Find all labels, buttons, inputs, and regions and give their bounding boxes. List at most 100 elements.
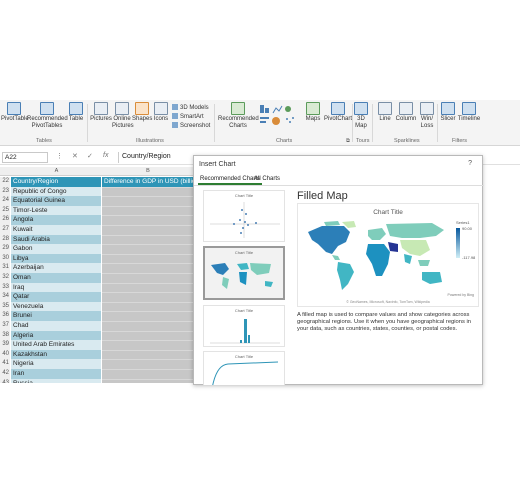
shapes-button[interactable]: Shapes — [132, 102, 152, 123]
recommended-pivottables-button[interactable]: Recommended PivotTables — [27, 102, 68, 130]
country-cell[interactable]: Timor-Leste — [11, 205, 101, 216]
chart-thumbnail-column[interactable]: Chart Title — [203, 305, 285, 347]
icons-button[interactable]: Icons — [152, 102, 170, 123]
chart-thumbnail-line[interactable]: Chart Title — [203, 351, 285, 385]
cancel-icon[interactable]: ✕ — [72, 152, 78, 160]
gdp-cell[interactable] — [102, 196, 194, 206]
chart-type-gallery[interactable] — [258, 103, 298, 136]
table-button[interactable]: Table — [67, 102, 85, 123]
country-cell[interactable]: Gabon — [11, 244, 101, 254]
row-number[interactable]: 34 — [0, 292, 10, 302]
row-number[interactable]: 29 — [0, 244, 10, 254]
country-cell[interactable]: Iraq — [11, 282, 101, 293]
column-header-b[interactable]: B — [102, 167, 194, 176]
gdp-cell[interactable] — [102, 311, 194, 321]
country-cell[interactable]: Russia — [11, 378, 101, 383]
country-cell[interactable]: Chad — [11, 321, 101, 331]
gdp-cell[interactable] — [102, 263, 194, 273]
row-number[interactable]: 39 — [0, 340, 10, 350]
maps-button[interactable]: Maps — [303, 102, 323, 123]
gdp-cell[interactable] — [102, 253, 194, 264]
gdp-cell[interactable] — [102, 292, 194, 302]
country-cell[interactable]: Equatorial Guinea — [11, 196, 101, 206]
header-cell-gdp-difference[interactable]: Difference in GDP in USD (billions) — [102, 177, 194, 187]
row-number[interactable]: 42 — [0, 369, 10, 379]
row-number[interactable]: 38 — [0, 330, 10, 341]
gdp-cell[interactable] — [102, 369, 194, 379]
row-number[interactable]: 37 — [0, 321, 10, 331]
sparkline-column-button[interactable]: Column — [395, 102, 417, 123]
country-cell[interactable]: Angola — [11, 215, 101, 225]
country-cell[interactable]: Nigeria — [11, 359, 101, 369]
row-number[interactable]: 31 — [0, 263, 10, 273]
gdp-cell[interactable] — [102, 225, 194, 235]
header-cell-country[interactable]: Country/Region — [11, 177, 101, 187]
row-number[interactable]: 30 — [0, 253, 10, 264]
country-cell[interactable]: United Arab Emirates — [11, 340, 101, 350]
row-number[interactable]: 32 — [0, 273, 10, 283]
enter-icon[interactable]: ✓ — [87, 152, 93, 160]
smartart-button[interactable]: SmartArt — [172, 113, 204, 120]
gdp-cell[interactable] — [102, 340, 194, 350]
chart-thumbnail-scatter[interactable]: Chart Title — [203, 190, 285, 242]
gdp-cell[interactable] — [102, 301, 194, 312]
country-cell[interactable]: Brunei — [11, 311, 101, 321]
gdp-cell[interactable] — [102, 205, 194, 216]
timeline-button[interactable]: Timeline — [457, 102, 481, 123]
online-pictures-button[interactable]: Online Pictures — [112, 102, 134, 130]
country-cell[interactable]: Qatar — [11, 292, 101, 302]
row-number[interactable]: 40 — [0, 349, 10, 360]
country-cell[interactable]: Republic of Congo — [11, 186, 101, 197]
gdp-cell[interactable] — [102, 273, 194, 283]
gdp-cell[interactable] — [102, 186, 194, 197]
country-cell[interactable]: Oman — [11, 273, 101, 283]
country-cell[interactable]: Saudi Arabia — [11, 234, 101, 245]
3d-map-button[interactable]: 3D Map — [354, 102, 368, 130]
row-number[interactable]: 26 — [0, 215, 10, 225]
sparkline-line-button[interactable]: Line — [376, 102, 394, 123]
country-cell[interactable]: Kazakhstan — [11, 349, 101, 360]
tab-all-charts[interactable]: All Charts — [252, 175, 282, 183]
row-number[interactable]: 27 — [0, 225, 10, 235]
sparkline-winloss-button[interactable]: Win/ Loss — [418, 102, 436, 130]
3d-models-button[interactable]: 3D Models — [172, 104, 209, 111]
country-cell[interactable]: Venezuela — [11, 301, 101, 312]
row-number[interactable]: 28 — [0, 234, 10, 245]
slicer-button[interactable]: Slicer — [439, 102, 457, 123]
gdp-cell[interactable] — [102, 321, 194, 331]
insert-function-icon[interactable]: fx — [103, 152, 108, 159]
help-button[interactable]: ? — [468, 160, 472, 167]
country-cell[interactable]: Kuwait — [11, 225, 101, 235]
gdp-cell[interactable] — [102, 282, 194, 293]
row-number[interactable]: 36 — [0, 311, 10, 321]
gdp-cell[interactable] — [102, 234, 194, 245]
country-cell[interactable]: Algeria — [11, 330, 101, 341]
country-cell[interactable]: Libya — [11, 253, 101, 264]
gdp-cell[interactable] — [102, 215, 194, 225]
gdp-cell[interactable] — [102, 359, 194, 369]
select-all-corner[interactable] — [0, 167, 11, 176]
screenshot-button[interactable]: Screenshot — [172, 122, 210, 129]
pivottable-button[interactable]: PivotTable — [1, 102, 29, 123]
row-number[interactable]: 24 — [0, 196, 10, 206]
name-box[interactable]: A22 — [2, 152, 48, 163]
country-cell[interactable]: Iran — [11, 369, 101, 379]
row-number[interactable]: 33 — [0, 282, 10, 293]
row-number[interactable]: 22 — [0, 177, 10, 187]
column-header-a[interactable]: A — [11, 167, 102, 176]
row-number[interactable]: 41 — [0, 359, 10, 369]
recommended-charts-button[interactable]: Recommended Charts — [218, 102, 259, 130]
pictures-button[interactable]: Pictures — [90, 102, 112, 123]
gdp-cell[interactable] — [102, 330, 194, 341]
gdp-cell[interactable] — [102, 349, 194, 360]
gdp-cell[interactable] — [102, 378, 194, 383]
formula-input[interactable]: Country/Region — [118, 152, 192, 163]
pivotchart-button[interactable]: PivotChart — [323, 102, 353, 123]
charts-dialog-launcher[interactable]: ⧉ — [346, 138, 350, 145]
row-number[interactable]: 23 — [0, 186, 10, 197]
chart-thumbnail-filled-map[interactable]: Chart Title — [203, 246, 285, 300]
row-number[interactable]: 43 — [0, 378, 10, 383]
row-number[interactable]: 35 — [0, 301, 10, 312]
gdp-cell[interactable] — [102, 244, 194, 254]
row-number[interactable]: 25 — [0, 205, 10, 216]
